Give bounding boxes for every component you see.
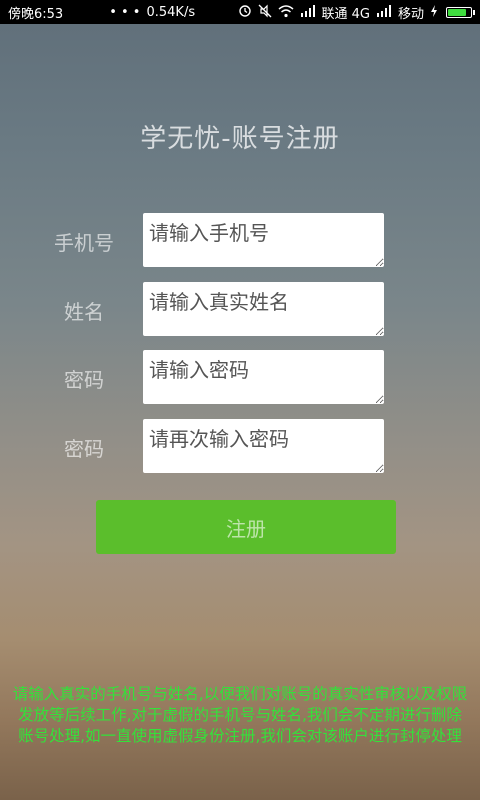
battery-icon bbox=[446, 6, 475, 18]
confirm-password-row: 密码 bbox=[0, 419, 480, 473]
password-row: 密码 bbox=[0, 350, 480, 404]
status-left: 傍晚6:53 • • • 0.54K/s bbox=[8, 3, 195, 22]
carrier-unicom: 联通 4G bbox=[321, 6, 370, 22]
carrier-mobile: 移动 bbox=[397, 6, 424, 22]
name-input[interactable] bbox=[143, 282, 384, 336]
name-label: 姓名 bbox=[64, 300, 104, 324]
mute-icon bbox=[258, 4, 272, 20]
charging-icon bbox=[430, 5, 438, 19]
status-bar: 傍晚6:53 • • • 0.54K/s 联通 4G 移动 bbox=[0, 0, 480, 24]
password-input[interactable] bbox=[143, 350, 384, 404]
status-time: 傍晚6:53 bbox=[8, 6, 64, 22]
phone-row: 手机号 bbox=[0, 213, 480, 267]
signal-icon bbox=[376, 5, 392, 19]
phone-input[interactable] bbox=[143, 213, 384, 267]
battery-level-fill bbox=[448, 8, 466, 16]
page-title: 学无忧-账号注册 bbox=[140, 124, 340, 154]
status-right: 联通 4G 移动 bbox=[238, 3, 475, 22]
signal-icon bbox=[300, 5, 316, 19]
status-dots: • • • bbox=[109, 4, 141, 20]
alarm-icon bbox=[238, 4, 252, 20]
status-network-speed: 0.54K/s bbox=[146, 4, 196, 20]
registration-notice: 请输入真实的手机号与姓名,以便我们对账号的真实性审核以及权限发放等后续工作,对于… bbox=[12, 685, 468, 745]
phone-label: 手机号 bbox=[54, 231, 114, 255]
wifi-icon bbox=[278, 4, 294, 20]
confirm-password-input[interactable] bbox=[143, 419, 384, 473]
confirm-password-label: 密码 bbox=[64, 437, 104, 461]
password-label: 密码 bbox=[64, 368, 104, 392]
register-button[interactable]: 注册 bbox=[96, 500, 396, 554]
name-row: 姓名 bbox=[0, 282, 480, 336]
